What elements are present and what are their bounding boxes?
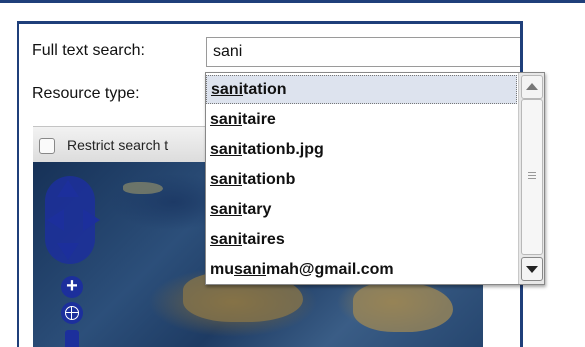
autocomplete-item[interactable]: sanitation xyxy=(206,75,517,104)
chevron-up-icon xyxy=(526,83,538,90)
top-border xyxy=(0,0,585,3)
item-match: sani xyxy=(210,141,243,158)
globe-icon[interactable] xyxy=(61,302,83,324)
item-match: sani xyxy=(211,81,244,98)
restrict-search-checkbox[interactable] xyxy=(39,138,55,154)
item-suffix: tation xyxy=(243,81,287,98)
scroll-up-button[interactable] xyxy=(521,75,543,99)
item-match: sani xyxy=(210,231,243,248)
autocomplete-item[interactable]: sanitary xyxy=(206,195,517,224)
autocomplete-item[interactable]: musanimah@gmail.com xyxy=(206,255,517,284)
item-suffix: tationb.jpg xyxy=(242,141,324,158)
grip-line xyxy=(528,178,536,179)
autocomplete-list: sanitation sanitaire sanitationb.jpg sanita… xyxy=(206,73,518,284)
resource-type-label: Resource type: xyxy=(32,85,140,102)
zoom-out-button[interactable] xyxy=(65,330,79,347)
full-text-search-label: Full text search: xyxy=(32,42,145,59)
scroll-down-button[interactable] xyxy=(521,257,543,281)
autocomplete-scrollbar[interactable] xyxy=(518,73,544,284)
zoom-in-button[interactable]: + xyxy=(61,276,83,298)
autocomplete-item[interactable]: sanitaire xyxy=(206,105,517,134)
pan-down-icon[interactable] xyxy=(57,243,79,260)
restrict-search-label: Restrict search t xyxy=(67,137,169,153)
pan-up-icon[interactable] xyxy=(57,180,79,197)
globe-icon-meridian xyxy=(71,306,72,320)
item-match: sani xyxy=(210,111,243,128)
item-suffix: mah@gmail.com xyxy=(266,261,394,278)
item-suffix: taires xyxy=(242,231,285,248)
autocomplete-item[interactable]: sanitaires xyxy=(206,225,517,254)
grip-line xyxy=(528,175,536,176)
item-prefix: mu xyxy=(210,261,234,278)
map-landmass xyxy=(123,182,163,194)
globe-icon-ring xyxy=(65,306,79,320)
chevron-down-icon xyxy=(526,266,538,273)
item-suffix: tationb xyxy=(242,171,296,188)
item-match: sani xyxy=(210,171,243,188)
pan-right-icon[interactable] xyxy=(83,209,100,231)
autocomplete-item[interactable]: sanitationb.jpg xyxy=(206,135,517,164)
autocomplete-item[interactable]: sanitationb xyxy=(206,165,517,194)
map-landmass xyxy=(353,282,453,332)
grip-line xyxy=(528,172,536,173)
globe-icon-equator xyxy=(65,312,79,313)
item-match: sani xyxy=(210,201,243,218)
item-suffix: tary xyxy=(242,201,272,218)
autocomplete-dropdown: sanitation sanitaire sanitationb.jpg sanita… xyxy=(205,72,545,285)
full-text-search-input[interactable] xyxy=(206,37,520,67)
pan-left-icon[interactable] xyxy=(47,209,64,231)
scroll-thumb[interactable] xyxy=(521,99,543,255)
item-match: sani xyxy=(234,261,267,278)
item-suffix: taire xyxy=(242,111,276,128)
